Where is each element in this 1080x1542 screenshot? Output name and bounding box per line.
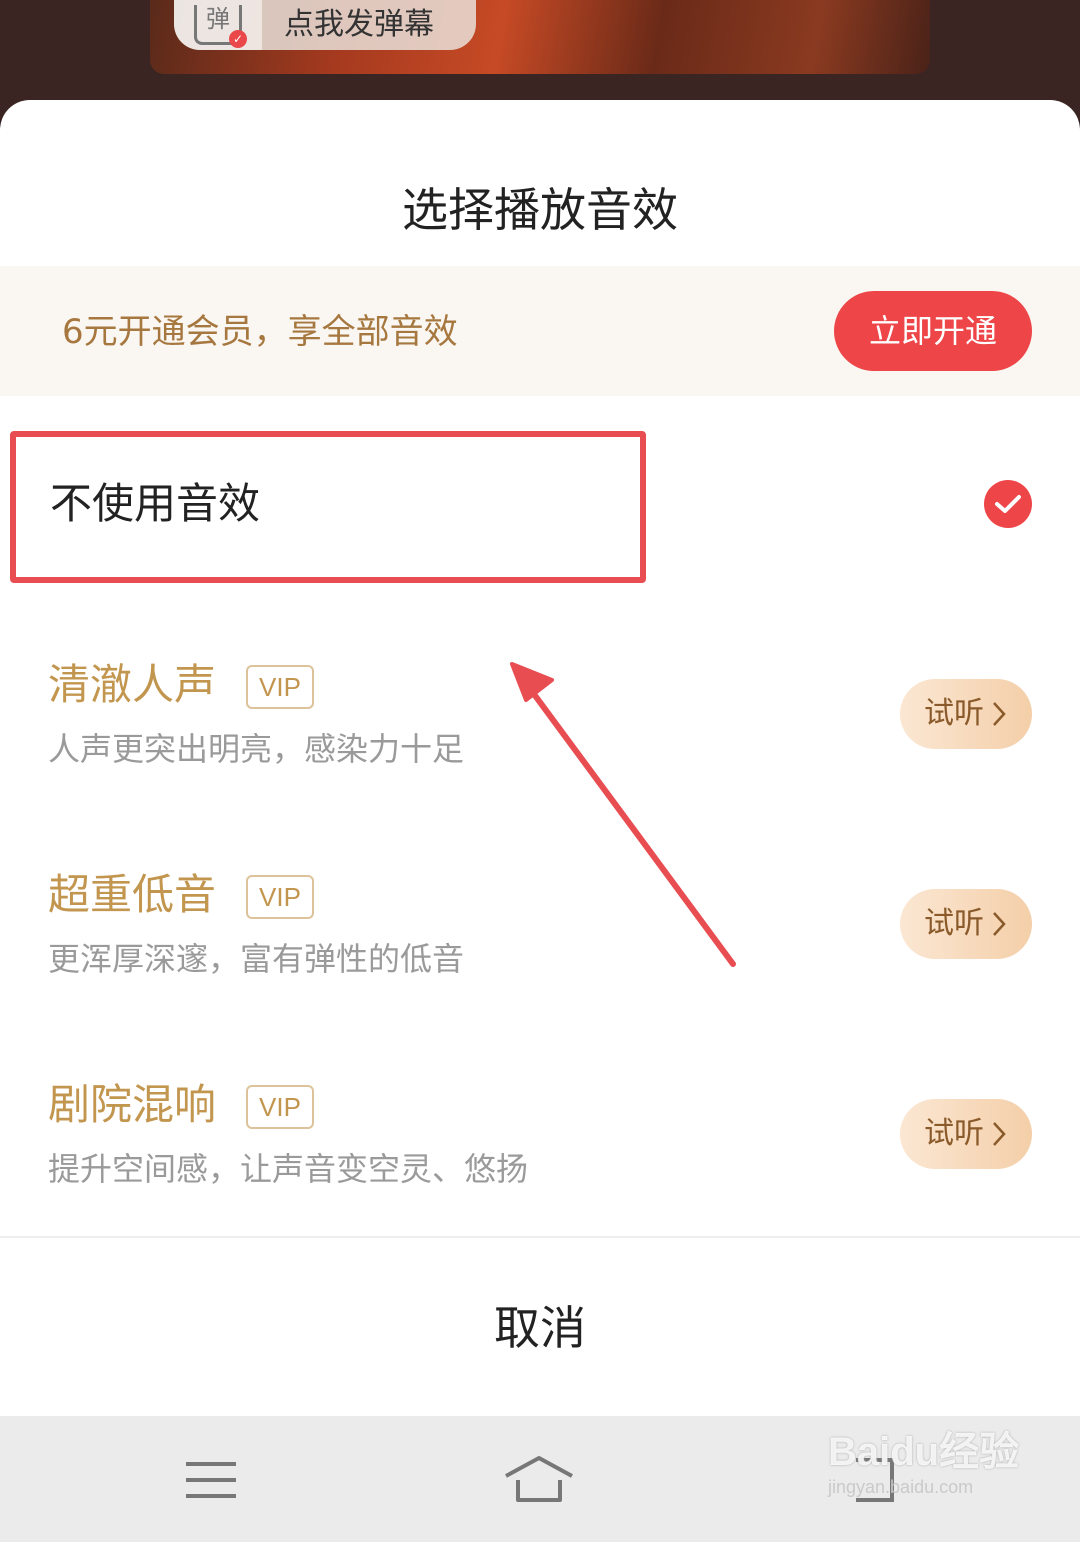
effect-name: 清澈人声 xyxy=(48,660,217,709)
chevron-right-icon xyxy=(993,1122,1006,1146)
watermark-url: jingyan.baidu.com xyxy=(828,1477,974,1497)
effect-row-heavy-bass[interactable]: 超重低音 VIP 更浑厚深邃，富有弹性的低音 试听 xyxy=(0,867,1080,1067)
watermark: Baidu经验 jingyan.baidu.com xyxy=(828,1428,1068,1528)
effect-description: 人声更突出明亮，感染力十足 xyxy=(48,730,465,768)
vip-banner: 6元开通会员，享全部音效 立即开通 xyxy=(0,266,1080,396)
sound-effect-sheet: 选择播放音效 6元开通会员，享全部音效 立即开通 不使用音效 清澈人声 VIP … xyxy=(0,100,1080,1416)
danmaku-icon: 弹 ✓ xyxy=(194,5,247,48)
vip-badge: VIP xyxy=(246,665,314,709)
option-no-effect[interactable]: 不使用音效 xyxy=(0,400,1080,610)
effect-name: 超重低音 xyxy=(48,870,217,919)
option-no-effect-label: 不使用音效 xyxy=(50,479,261,528)
listen-button[interactable]: 试听 xyxy=(900,1099,1032,1169)
home-icon[interactable] xyxy=(504,1450,574,1510)
listen-label: 试听 xyxy=(924,696,984,731)
divider xyxy=(0,1236,1080,1238)
checkmark-icon xyxy=(984,480,1032,528)
danmaku-placeholder: 点我发弹幕 xyxy=(284,7,434,42)
sheet-title: 选择播放音效 xyxy=(402,183,678,237)
listen-label: 试听 xyxy=(924,1116,984,1151)
watermark-brand: Baidu经验 xyxy=(828,1430,1020,1474)
effect-name: 剧院混响 xyxy=(48,1080,217,1129)
listen-button[interactable]: 试听 xyxy=(900,679,1032,749)
danmaku-icon-text: 弹 xyxy=(206,5,230,33)
open-vip-button[interactable]: 立即开通 xyxy=(834,291,1032,371)
listen-button[interactable]: 试听 xyxy=(900,889,1032,959)
danmaku-input[interactable]: 弹 ✓ 点我发弹幕 xyxy=(174,0,476,50)
effect-description: 更浑厚深邃，富有弹性的低音 xyxy=(48,940,465,978)
danmaku-toggle[interactable]: 弹 ✓ xyxy=(174,0,262,50)
vip-banner-text: 6元开通会员，享全部音效 xyxy=(62,312,458,352)
effect-row-clear-vocal[interactable]: 清澈人声 VIP 人声更突出明亮，感染力十足 试听 xyxy=(0,657,1080,857)
vip-badge: VIP xyxy=(246,875,314,919)
cancel-button[interactable]: 取消 xyxy=(0,1240,1080,1416)
check-dot-icon: ✓ xyxy=(229,30,247,48)
vip-badge: VIP xyxy=(246,1085,314,1129)
chevron-right-icon xyxy=(993,912,1006,936)
chevron-right-icon xyxy=(993,702,1006,726)
menu-icon[interactable] xyxy=(176,1450,246,1510)
effect-description: 提升空间感，让声音变空灵、悠扬 xyxy=(48,1150,529,1188)
listen-label: 试听 xyxy=(924,906,984,941)
